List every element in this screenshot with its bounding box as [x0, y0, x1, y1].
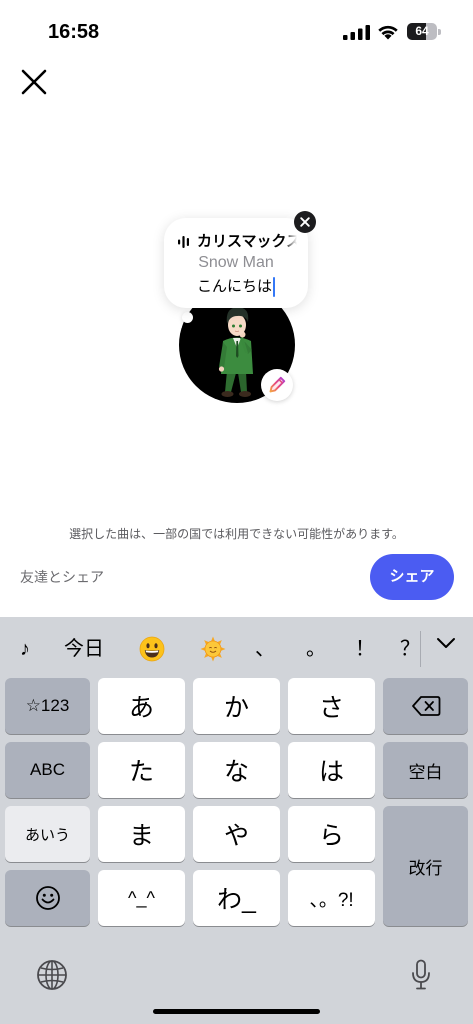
key-a[interactable]: あ — [98, 678, 185, 734]
suggestion-period[interactable]: 。 — [302, 631, 330, 667]
pencil-icon — [269, 376, 286, 393]
music-bars-icon — [178, 236, 190, 248]
key-wa-label: わ_ — [217, 886, 256, 914]
home-indicator[interactable] — [153, 1009, 320, 1014]
globe-icon[interactable] — [36, 959, 68, 991]
grinning-face-icon[interactable] — [139, 636, 165, 662]
key-wa[interactable]: わ_ — [193, 870, 280, 926]
key-ka[interactable]: か — [193, 678, 280, 734]
key-ma-label: ま — [128, 822, 154, 850]
kana-mode-key-label: あいう — [24, 826, 70, 844]
song-artist: Snow Man — [198, 254, 274, 271]
thought-bubble-dot-small — [177, 324, 182, 329]
suggestion-comma[interactable]: 、 — [251, 631, 279, 667]
wifi-icon — [377, 23, 399, 40]
emoji-key[interactable] — [5, 870, 90, 926]
key-sa-label: さ — [318, 694, 344, 722]
sun-with-face-icon[interactable] — [200, 636, 226, 662]
key-ya-label: や — [223, 822, 249, 850]
return-key-label: 改行 — [408, 858, 443, 878]
key-ka-label: か — [223, 694, 249, 722]
key-ma[interactable]: ま — [98, 806, 185, 862]
chevron-down-icon[interactable] — [436, 637, 456, 649]
key-ha[interactable]: は — [288, 742, 375, 798]
battery-cap — [438, 28, 441, 35]
key-ra-label: ら — [318, 822, 344, 850]
key-a-label: あ — [128, 694, 154, 722]
numbers-key[interactable]: ☆123 — [5, 678, 90, 734]
suggestion-divider — [420, 631, 421, 667]
microphone-icon[interactable] — [411, 959, 431, 991]
battery-icon: 64 — [407, 23, 442, 40]
suggestion-note[interactable]: ♪ — [9, 631, 41, 667]
share-button[interactable]: シェア — [370, 554, 454, 600]
keyboard: ♪ 今日 、 。 ！ ？ ☆123 あ か さ ABC た な は 空白 あいう… — [0, 617, 473, 1024]
abc-key-label: ABC — [30, 760, 65, 779]
key-ya[interactable]: や — [193, 806, 280, 862]
punctuation-key-label: 、。?! — [309, 889, 354, 911]
note-text: こんにちは — [196, 278, 272, 296]
numbers-key-label: ☆123 — [25, 696, 70, 715]
battery-body: 64 — [407, 23, 437, 40]
suggestion-exclamation[interactable]: ！ — [351, 631, 379, 667]
availability-notice: 選択した曲は、一部の国では利用できない可能性があります。 — [69, 527, 404, 541]
kaomoji-key-label: ^_^ — [128, 887, 155, 908]
key-ha-label: は — [318, 758, 344, 786]
close-circle-icon — [294, 211, 316, 233]
key-ta-label: た — [128, 758, 154, 786]
key-ra[interactable]: ら — [288, 806, 375, 862]
punctuation-key[interactable]: 、。?! — [288, 870, 375, 926]
thought-bubble-dot — [182, 312, 193, 323]
kana-mode-key[interactable]: あいう — [5, 806, 90, 862]
close-icon — [21, 69, 47, 95]
note-bubble[interactable]: カリスマックス Snow Man こんにちは — [164, 218, 308, 308]
note-text-input[interactable]: こんにちは — [164, 277, 308, 298]
remove-song-button[interactable] — [294, 211, 316, 233]
battery-level: 64 — [415, 24, 429, 38]
smiley-icon — [35, 886, 60, 910]
backspace-icon — [411, 696, 440, 716]
song-row[interactable]: カリスマックス — [164, 232, 308, 252]
key-na[interactable]: な — [193, 742, 280, 798]
edit-avatar-button[interactable] — [261, 369, 293, 401]
space-key[interactable]: 空白 — [383, 742, 468, 798]
kaomoji-key[interactable]: ^_^ — [98, 870, 185, 926]
key-na-label: な — [223, 758, 249, 786]
backspace-key[interactable] — [383, 678, 468, 734]
key-sa[interactable]: さ — [288, 678, 375, 734]
space-key-label: 空白 — [408, 762, 443, 782]
status-time: 16:58 — [48, 21, 100, 43]
share-note-screen: 16:58 64 カリスマックス Snow Man こんにちは 選択した曲は、一… — [0, 0, 473, 1024]
share-with-friends-link[interactable]: 友達とシェア — [20, 567, 140, 587]
cellular-signal-icon — [343, 25, 370, 40]
close-button[interactable] — [20, 68, 48, 96]
key-ta[interactable]: た — [98, 742, 185, 798]
text-cursor — [273, 277, 275, 298]
abc-key[interactable]: ABC — [5, 742, 90, 798]
song-title: カリスマックス — [197, 233, 297, 250]
return-key[interactable]: 改行 — [383, 806, 468, 926]
suggestion-today[interactable]: 今日 — [60, 631, 108, 667]
